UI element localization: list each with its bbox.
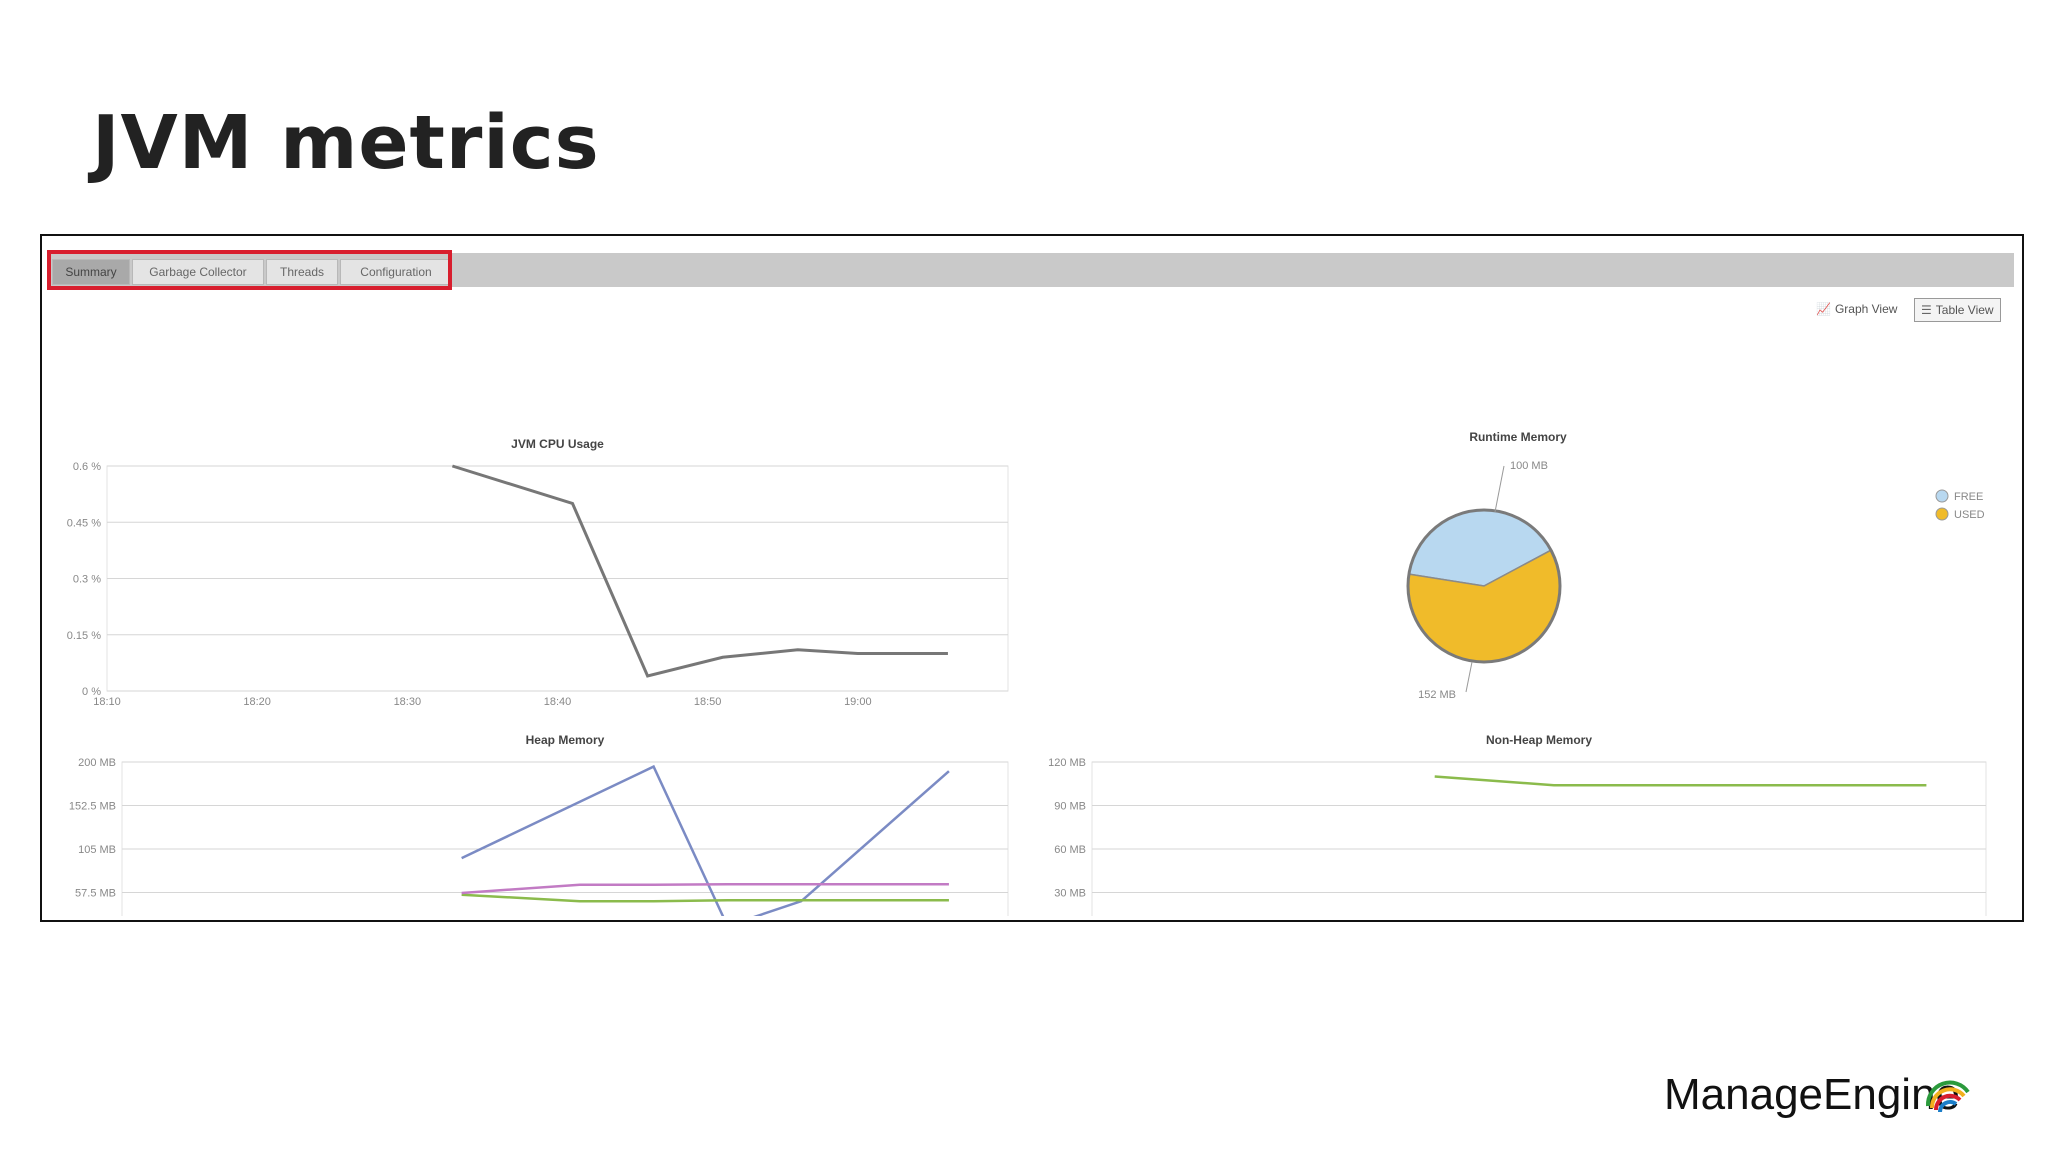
series-line-cpu: [451, 464, 948, 678]
slide-title: JVM metrics: [92, 100, 600, 186]
y-tick-label: 30 MB: [1054, 888, 1086, 900]
chart-title: Runtime Memory: [1469, 430, 1567, 444]
y-tick-label: 90 MB: [1054, 801, 1086, 813]
logo-arc-icon: [1925, 1080, 1970, 1113]
manageengine-logo: ManageEngine: [1664, 1070, 1961, 1119]
x-tick-label: 18:50: [694, 696, 722, 708]
pie-label-free: 100 MB: [1510, 460, 1548, 472]
y-tick-label: 0.15 %: [67, 630, 101, 642]
chart-title: Non-Heap Memory: [1486, 733, 1592, 747]
legend-marker: [1935, 489, 1949, 503]
x-tick-label: 19:00: [844, 696, 872, 708]
x-tick-label: 18:30: [394, 696, 422, 708]
legend-label: FREE: [1954, 491, 1983, 503]
legend-label: USED: [1954, 509, 1985, 521]
tabs-highlight-box: [47, 250, 452, 290]
y-tick-label: 0.45 %: [67, 517, 101, 529]
y-tick-label: 152.5 MB: [69, 801, 116, 813]
series-line-eden-space: [461, 764, 950, 916]
y-tick-label: 0.6 %: [73, 461, 101, 473]
y-tick-label: 0.3 %: [73, 574, 101, 586]
y-tick-label: 120 MB: [1048, 757, 1086, 769]
series-line-survivor-space: [461, 893, 949, 903]
series-line-perm-gen: [1434, 775, 1927, 787]
y-tick-label: 57.5 MB: [75, 888, 116, 900]
legend-marker: [1935, 507, 1949, 521]
x-tick-label: 18:40: [544, 696, 572, 708]
app-screenshot: Summary Garbage Collector Threads Config…: [40, 234, 2024, 922]
pie-label-used: 152 MB: [1418, 689, 1456, 701]
y-tick-label: 60 MB: [1054, 844, 1086, 856]
graph-view-label: Graph View: [1834, 302, 1898, 316]
pie-label-leader: [1494, 465, 1505, 513]
x-tick-label: 18:10: [93, 696, 121, 708]
charts-area: JVM CPU Usage0 %0.15 %0.3 %0.45 %0.6 %18…: [67, 430, 1987, 916]
x-tick-label: 18:20: [243, 696, 271, 708]
series-line-tenured-gen: [461, 883, 949, 895]
y-tick-label: 200 MB: [78, 757, 116, 769]
y-tick-label: 105 MB: [78, 844, 116, 856]
chart-title: JVM CPU Usage: [511, 437, 604, 451]
pie-label-leader: [1465, 661, 1473, 693]
chart-title: Heap Memory: [526, 733, 605, 747]
table-view-label: Table View: [1935, 303, 1994, 317]
